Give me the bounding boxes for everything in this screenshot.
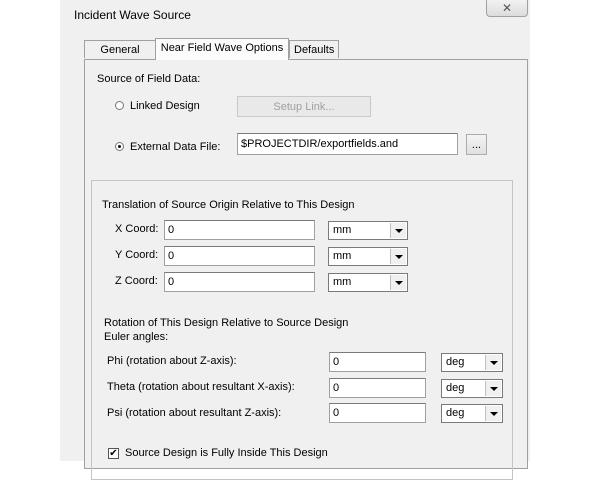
external-data-file-label: External Data File: <box>130 141 221 153</box>
translation-heading: Translation of Source Origin Relative to… <box>102 199 355 211</box>
tab-general-data[interactable]: General Data <box>84 40 156 74</box>
dialog-title: Incident Wave Source <box>74 8 191 22</box>
chevron-down-icon <box>390 223 406 238</box>
y-coord-unit-select[interactable]: mm <box>328 247 408 266</box>
rotation-heading: Rotation of This Design Relative to Sour… <box>104 317 349 329</box>
z-coord-input[interactable]: 0 <box>164 272 315 292</box>
browse-button[interactable]: ... <box>466 134 487 155</box>
psi-label: Psi (rotation about resultant Z-axis): <box>107 407 282 419</box>
chevron-down-icon <box>390 275 406 290</box>
chevron-down-icon <box>485 406 501 421</box>
z-coord-unit-select[interactable]: mm <box>328 273 408 292</box>
transform-group: Translation of Source Origin Relative to… <box>91 180 513 480</box>
close-button[interactable]: ✕ <box>486 0 528 17</box>
chevron-down-icon <box>485 355 501 370</box>
checkmark-icon: ✔ <box>109 448 118 459</box>
theta-unit-select[interactable]: deg <box>441 379 503 398</box>
x-coord-label: X Coord: <box>115 223 159 235</box>
y-coord-unit-value: mm <box>333 250 352 262</box>
psi-input[interactable]: 0 <box>329 403 426 423</box>
theta-label: Theta (rotation about resultant X-axis): <box>107 381 295 393</box>
source-heading: Source of Field Data: <box>97 73 201 85</box>
chevron-down-icon <box>485 381 501 396</box>
euler-angles-label: Euler angles: <box>104 331 169 343</box>
psi-unit-select[interactable]: deg <box>441 404 503 423</box>
external-data-file-radio[interactable] <box>115 142 124 151</box>
tab-near-field-wave-options[interactable]: Near Field Wave Options <box>155 38 289 60</box>
tab-defaults[interactable]: Defaults <box>289 40 339 58</box>
linked-design-radio[interactable] <box>115 101 124 110</box>
y-coord-input[interactable]: 0 <box>164 246 315 266</box>
psi-unit-value: deg <box>446 407 465 419</box>
x-coord-unit-value: mm <box>333 224 352 236</box>
phi-unit-select[interactable]: deg <box>441 353 503 372</box>
z-coord-unit-value: mm <box>333 276 352 288</box>
source-inside-label: Source Design is Fully Inside This Desig… <box>125 447 328 459</box>
x-coord-unit-select[interactable]: mm <box>328 221 408 240</box>
incident-wave-source-dialog: Incident Wave Source ✕ General Data Near… <box>60 0 530 480</box>
close-icon: ✕ <box>501 1 513 15</box>
x-coord-input[interactable]: 0 <box>164 220 315 240</box>
radio-selected-dot <box>118 145 121 148</box>
theta-input[interactable]: 0 <box>329 378 426 398</box>
linked-design-label: Linked Design <box>130 100 200 112</box>
chevron-down-icon <box>390 249 406 264</box>
source-inside-checkbox[interactable]: ✔ <box>108 448 119 459</box>
y-coord-label: Y Coord: <box>115 249 159 261</box>
phi-input[interactable]: 0 <box>329 352 426 372</box>
z-coord-label: Z Coord: <box>115 275 158 287</box>
phi-label: Phi (rotation about Z-axis): <box>107 355 237 367</box>
phi-unit-value: deg <box>446 356 465 368</box>
external-data-file-input[interactable]: $PROJECTDIR/exportfields.and <box>237 133 458 155</box>
tab-page: Source of Field Data: Linked Design Setu… <box>84 59 528 480</box>
setup-link-button[interactable]: Setup Link... <box>237 96 371 117</box>
theta-unit-value: deg <box>446 382 465 394</box>
